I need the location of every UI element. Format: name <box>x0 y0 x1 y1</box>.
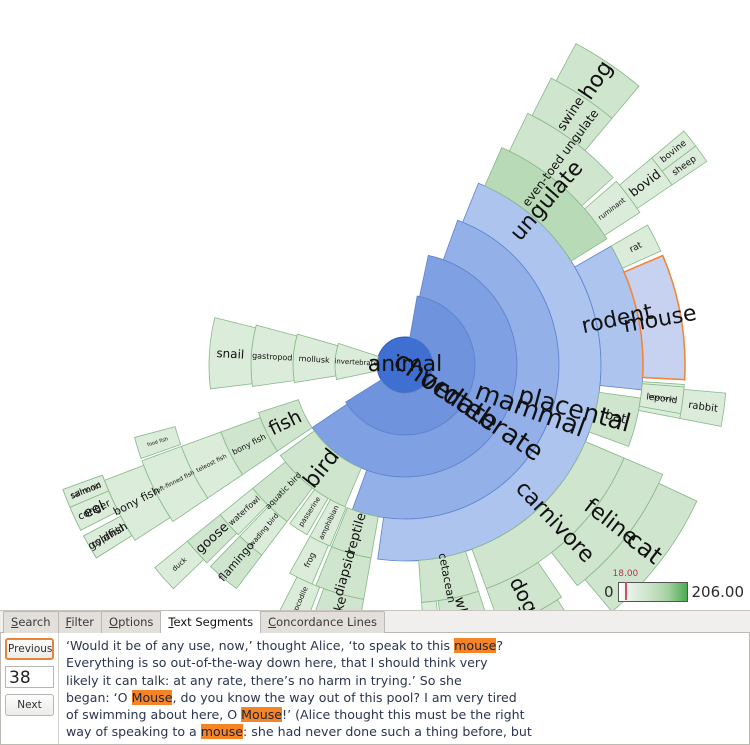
segment-text-run: : she had never done such a thing before… <box>243 724 532 740</box>
segment-line: way of speaking to a mouse: she had neve… <box>66 723 743 740</box>
segment-text-run: Everything is so out-of-the-way down her… <box>66 655 488 671</box>
keyword-highlight: Mouse <box>131 689 173 705</box>
segment-text-run: likely it can talk: at any rate, there’s… <box>66 672 462 688</box>
segment-text-run: , do you know the way out of this pool? … <box>172 689 517 705</box>
segment-line: began: ‘O Mouse, do you know the way out… <box>66 689 743 706</box>
segment-text-run: of swimming about here, O <box>66 707 242 723</box>
segment-line: ‘Would it be of any use, now,’ thought A… <box>66 637 743 654</box>
tab-bar: Search Filter Options Text Segments Concorda… <box>0 610 750 633</box>
text-segments-panel: Previous 38 Next ‘Would it be of any use… <box>0 633 750 745</box>
legend-tick-marker <box>624 582 627 600</box>
navigation-column: Previous 38 Next <box>1 633 59 744</box>
legend-min-label: 0 <box>603 583 614 601</box>
segment-text-run: began: ‘O <box>66 689 132 705</box>
segment-counter-input[interactable]: 38 <box>5 666 54 688</box>
next-button[interactable]: Next <box>5 694 54 716</box>
sunburst-chart[interactable]: animalchordateinvertebrate vertebratemoll… <box>0 0 750 610</box>
bottom-panel: Search Filter Options Text Segments Concorda… <box>0 610 750 745</box>
legend-max-label: 206.00 <box>691 583 745 601</box>
tab-options[interactable]: Options <box>101 611 162 633</box>
sunburst-segment-invertebrate[interactable] <box>334 342 379 381</box>
sunburst-segment-crocodile[interactable] <box>278 576 321 610</box>
legend-gradient-bar <box>617 582 688 602</box>
segment-line: of swimming about here, O Mouse!’ (Alice… <box>66 706 743 723</box>
sunburst-segment-gastropod[interactable] <box>250 324 298 387</box>
color-legend: 0 18.00 206.00 <box>603 569 745 602</box>
segment-text-run: ? <box>496 638 504 653</box>
sunburst-visualization[interactable]: animal chordate invertebrate vertebrate moll… <box>0 0 750 610</box>
tab-concordance-lines[interactable]: Concordance Lines <box>260 611 385 633</box>
tab-search[interactable]: Search <box>3 611 59 633</box>
tab-filter[interactable]: Filter <box>57 611 103 633</box>
keyword-highlight: mouse <box>454 638 497 653</box>
segment-line: likely it can talk: at any rate, there’s… <box>66 672 743 689</box>
legend-gradient-wrap: 18.00 <box>613 569 688 602</box>
previous-button[interactable]: Previous <box>5 638 54 660</box>
segment-text-run: ‘Would it be of any use, now,’ thought A… <box>66 638 455 653</box>
segment-text-run: way of speaking to a <box>66 724 201 740</box>
sunburst-segment-mollusk[interactable] <box>292 333 339 383</box>
legend-tick-label: 18.00 <box>612 569 639 579</box>
tab-text-segments[interactable]: Text Segments <box>160 610 262 633</box>
keyword-highlight: Mouse <box>241 707 283 723</box>
segment-text-area[interactable]: ‘Would it be of any use, now,’ thought A… <box>59 633 749 744</box>
segment-text-run: !’ (Alice thought this must be the right <box>282 707 525 723</box>
sunburst-segment-snail[interactable] <box>208 317 257 390</box>
application-window: animal chordate invertebrate vertebrate moll… <box>0 0 750 745</box>
keyword-highlight: mouse <box>200 724 244 740</box>
segment-line: Everything is so out-of-the-way down her… <box>66 654 743 671</box>
sunburst-segment-rabbit[interactable] <box>679 388 727 427</box>
